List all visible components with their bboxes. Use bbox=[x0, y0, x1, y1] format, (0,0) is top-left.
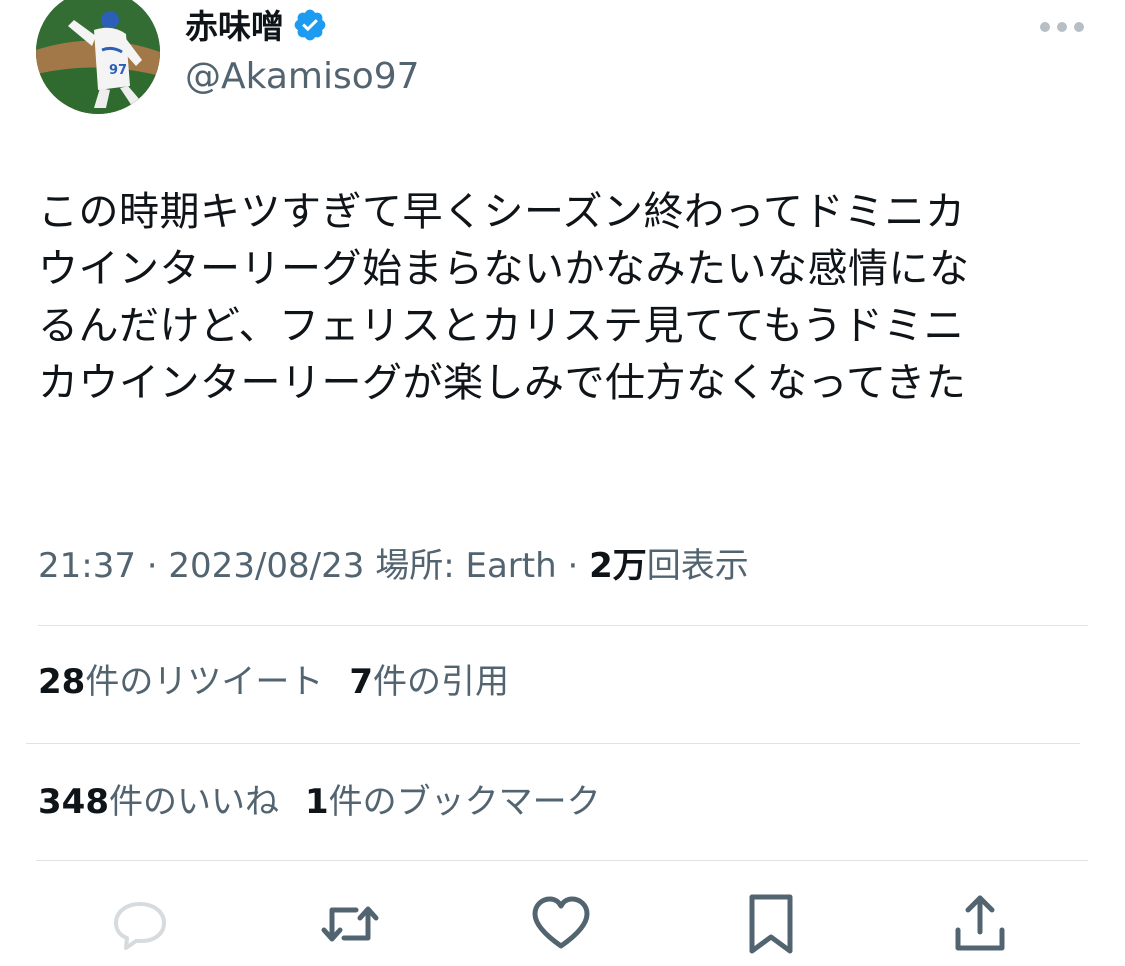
likes-stat[interactable]: 348件のいいね bbox=[38, 782, 279, 822]
tweet-text-line: るんだけど、フェリスとカリステ見ててもうドミニ bbox=[38, 303, 965, 349]
tweet-text-line: ウインターリーグ始まらないかなみたいな感情にな bbox=[38, 246, 970, 292]
bookmarks-label: 件のブックマーク bbox=[328, 782, 601, 822]
like-button[interactable] bbox=[527, 890, 595, 958]
tweet-text-line: カウインターリーグが楽しみで仕方なくなってきた bbox=[38, 360, 967, 406]
bookmark-icon bbox=[749, 894, 793, 954]
reply-icon bbox=[114, 902, 166, 950]
svg-text:97: 97 bbox=[109, 63, 127, 78]
quotes-label: 件の引用 bbox=[373, 662, 509, 702]
heart-icon bbox=[532, 896, 590, 949]
divider bbox=[36, 860, 1088, 861]
handle[interactable]: @Akamiso97 bbox=[185, 54, 420, 100]
retweet-button[interactable] bbox=[316, 890, 384, 958]
views-count: 2万 bbox=[589, 546, 647, 586]
avatar[interactable]: 97 bbox=[36, 0, 160, 114]
retweets-stat[interactable]: 28件のリツイート bbox=[38, 662, 323, 702]
bookmark-button[interactable] bbox=[737, 890, 805, 958]
views-label: 回表示 bbox=[646, 546, 749, 586]
tweet-location: 場所: Earth bbox=[375, 546, 557, 586]
likes-count: 348 bbox=[38, 782, 109, 822]
stats-row-retweets: 28件のリツイート 7件の引用 bbox=[38, 660, 509, 704]
tweet-date[interactable]: 2023/08/23 bbox=[168, 546, 364, 586]
divider bbox=[26, 743, 1080, 744]
stats-row-likes: 348件のいいね 1件のブックマーク bbox=[38, 780, 601, 824]
avatar-image: 97 bbox=[36, 0, 160, 114]
quotes-count: 7 bbox=[349, 662, 373, 702]
retweet-icon bbox=[321, 906, 379, 942]
verified-badge-icon bbox=[292, 7, 328, 43]
display-name[interactable]: 赤味噌 bbox=[185, 7, 284, 46]
meta-separator: · bbox=[146, 546, 158, 586]
share-button[interactable] bbox=[946, 890, 1014, 958]
more-options-button[interactable] bbox=[1036, 14, 1088, 40]
display-name-row[interactable]: 赤味噌 bbox=[185, 6, 328, 48]
quotes-stat[interactable]: 7件の引用 bbox=[349, 662, 509, 702]
bookmarks-count: 1 bbox=[304, 782, 329, 822]
tweet-meta: 21:37 · 2023/08/23 場所: Earth · 2万回表示 bbox=[38, 544, 749, 588]
retweets-count: 28 bbox=[38, 662, 86, 702]
retweets-label: 件のリツイート bbox=[85, 662, 324, 702]
tweet-text: この時期キツすぎて早くシーズン終わってドミニカ ウインターリーグ始まらないかなみ… bbox=[38, 184, 1098, 412]
tweet-text-line: この時期キツすぎて早くシーズン終わってドミニカ bbox=[38, 189, 966, 235]
more-dots-icon bbox=[1040, 22, 1084, 32]
bookmarks-stat[interactable]: 1件のブックマーク bbox=[305, 782, 601, 822]
tweet-time[interactable]: 21:37 bbox=[38, 546, 136, 586]
meta-separator: · bbox=[567, 546, 579, 586]
divider bbox=[38, 625, 1088, 626]
likes-label: 件のいいね bbox=[108, 782, 279, 822]
reply-button[interactable] bbox=[106, 890, 174, 958]
share-icon bbox=[955, 895, 1005, 951]
